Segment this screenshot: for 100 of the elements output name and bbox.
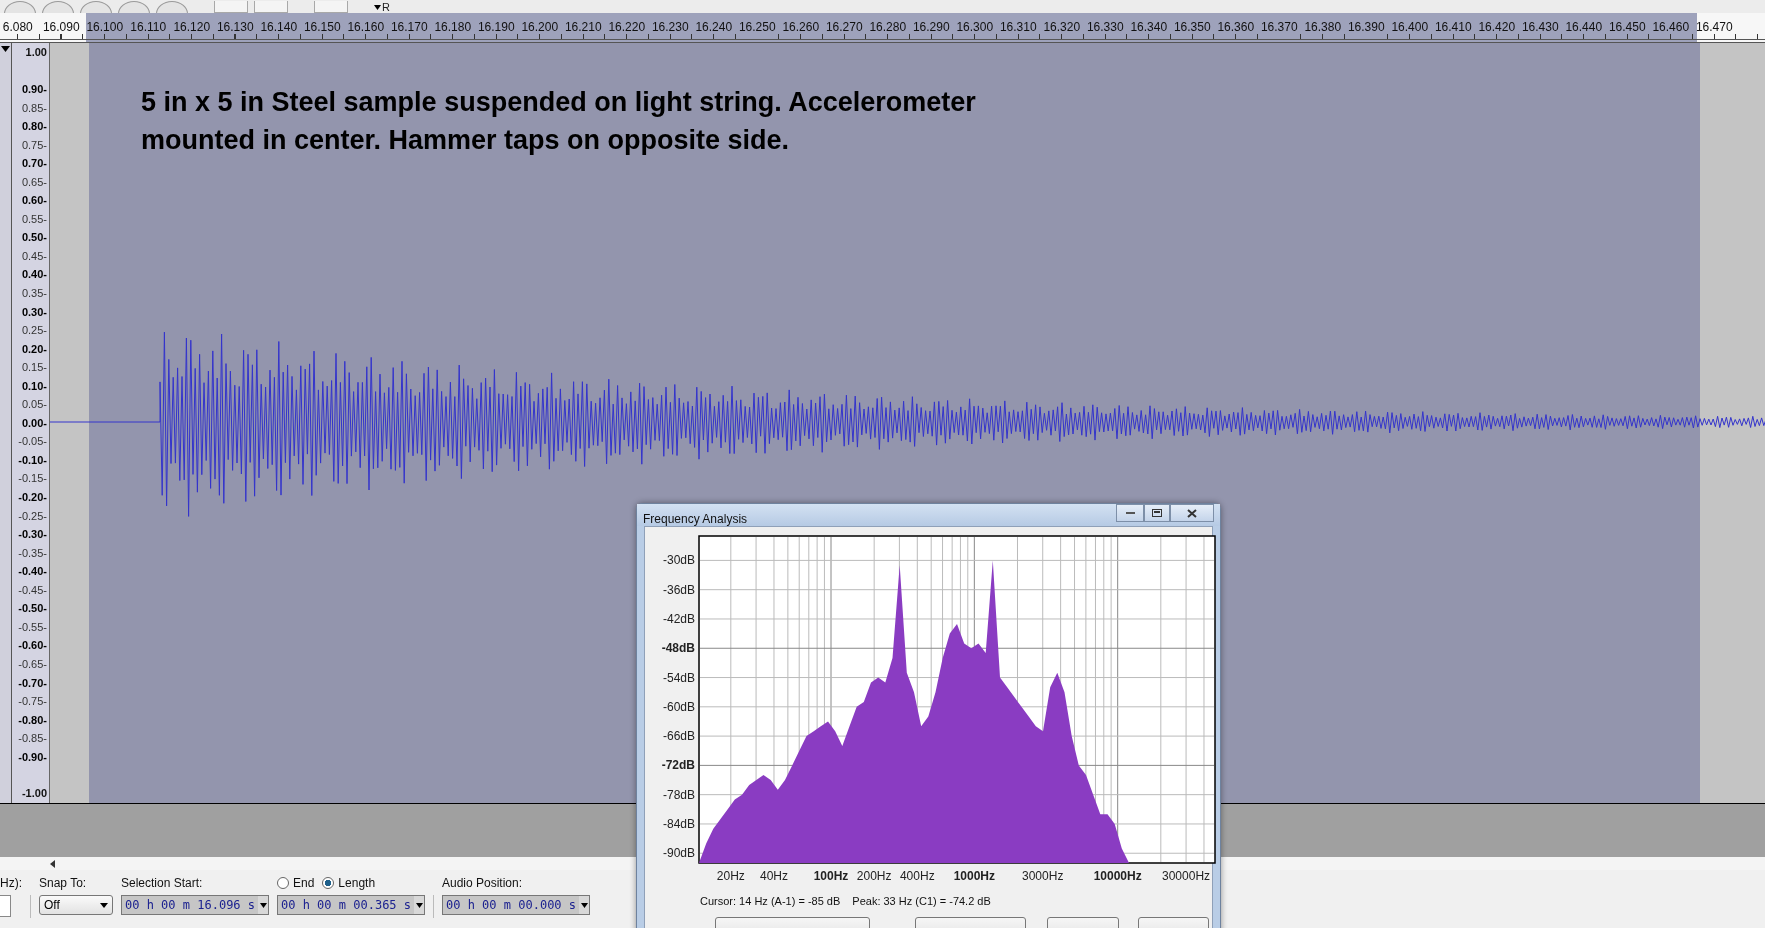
axis-label: -0.20-: [18, 491, 47, 504]
annotation-text: 5 in x 5 in Steel sample suspended on light string. Accelerometer mounted in center. Hammer taps on opposite side.: [140, 86, 977, 157]
y-tick-label: -42dB: [662, 611, 695, 626]
axis-label: 0.50-: [21, 231, 47, 244]
minimize-button[interactable]: [1116, 504, 1144, 522]
y-tick-label: -30dB: [662, 553, 695, 568]
caret-icon: [100, 902, 108, 908]
window-title: Frequency Analysis: [643, 511, 748, 526]
axis-label: 0.35-: [21, 287, 47, 299]
time-field[interactable]: 00 h 00 m 00.000 s: [442, 895, 590, 915]
ruler-label: 16.320: [1042, 20, 1082, 34]
x-tick-label: 100Hz: [813, 869, 849, 883]
restore-icon: [1152, 509, 1162, 517]
ruler-label: 16.230: [650, 20, 690, 34]
axis-label: -0.45-: [18, 583, 47, 596]
axis-label: 0.55-: [21, 212, 47, 225]
toolbar-label: R: [374, 2, 390, 13]
audio-position-label: Audio Position:: [442, 875, 524, 891]
ruler-label: 16.310: [998, 20, 1038, 34]
y-tick-label: -84dB: [662, 816, 695, 831]
ruler-label: 16.330: [1085, 20, 1125, 34]
ruler-label: 16.120: [172, 20, 212, 34]
x-tick-label: 400Hz: [899, 869, 935, 883]
time-ruler[interactable]: [0, 13, 1765, 43]
axis-label: -0.05-: [18, 435, 47, 448]
toolbar-button[interactable]: [254, 1, 288, 13]
axis-label: -0.70-: [18, 676, 47, 689]
axis-label: -0.75-: [18, 695, 47, 708]
y-tick-label: -66dB: [662, 729, 695, 744]
axis-label: -0.35-: [18, 546, 47, 559]
axis-label: -0.55-: [18, 620, 47, 633]
axis-label: -0.30-: [18, 528, 47, 541]
y-tick-label: -36dB: [662, 582, 695, 597]
ruler-label: 16.150: [302, 20, 342, 34]
snap-dropdown[interactable]: Off: [39, 895, 113, 915]
axis-label: 0.40-: [21, 268, 47, 281]
ruler-label: 16.130: [215, 20, 255, 34]
x-tick-label: 20Hz: [716, 869, 745, 883]
ruler-label: 6.080: [1, 20, 34, 34]
axis-label: -0.15-: [18, 472, 47, 485]
ruler-label: 16.270: [824, 20, 864, 34]
caret-icon: [415, 902, 423, 908]
scroll-left-icon[interactable]: [50, 859, 55, 868]
radio-button[interactable]: Length: [322, 876, 376, 890]
y-tick-label: -54dB: [662, 670, 695, 685]
cursor-readout: Cursor: 14 Hz (A-1) = -85 dB: [700, 895, 841, 907]
time-field[interactable]: 00 h 00 m 16.096 s: [121, 895, 269, 915]
axis-label: 0.60-: [21, 194, 47, 207]
axis-label: 0.20-: [21, 342, 47, 355]
ruler-label: 16.300: [955, 20, 995, 34]
ruler-label: 16.160: [346, 20, 386, 34]
ruler-label: 16.290: [911, 20, 951, 34]
ruler-label: 16.220: [607, 20, 647, 34]
ruler-label: 16.180: [433, 20, 473, 34]
rate-label: Hz):: [0, 875, 22, 891]
axis-label: 0.25-: [21, 324, 47, 337]
ruler-label: 16.100: [85, 20, 125, 34]
axis-label: 0.15-: [21, 361, 47, 374]
snap-label: Snap To:: [39, 875, 88, 891]
radio-button[interactable]: End: [277, 876, 315, 890]
x-tick-label: 40Hz: [759, 869, 788, 883]
ruler-label: 16.240: [694, 20, 734, 34]
ruler-label: 16.190: [476, 20, 516, 34]
ruler-label: 16.170: [389, 20, 429, 34]
ruler-label: 16.370: [1259, 20, 1299, 34]
ruler-label: 16.210: [563, 20, 603, 34]
y-tick-label: -90dB: [662, 846, 695, 861]
ruler-label: 16.460: [1651, 20, 1691, 34]
ruler-label: 16.420: [1477, 20, 1517, 34]
maximize-button[interactable]: [1144, 504, 1170, 522]
y-tick-label: -78dB: [662, 787, 695, 802]
axis-label: 0.00-: [21, 416, 47, 429]
ruler-label: 16.140: [259, 20, 299, 34]
axis-label: 0.05-: [21, 398, 47, 411]
ruler-label: 16.380: [1303, 20, 1343, 34]
axis-label: -0.85-: [18, 732, 47, 745]
axis-label: 1.00: [25, 46, 47, 59]
time-field[interactable]: 00 h 00 m 00.365 s: [277, 895, 425, 915]
ruler-label: 16.350: [1172, 20, 1212, 34]
axis-label: 0.10-: [21, 379, 47, 392]
close-button[interactable]: [1170, 504, 1214, 522]
x-tick-label: 3000Hz: [1022, 869, 1064, 883]
dropdown-icon[interactable]: [1, 46, 10, 52]
toolbar-button[interactable]: [214, 1, 248, 13]
axis-label: 0.75-: [21, 138, 47, 151]
rate-field[interactable]: [0, 895, 11, 917]
axis-label: -0.40-: [18, 565, 47, 578]
toolbar-button[interactable]: [314, 1, 348, 13]
axis-label: 0.85-: [21, 101, 47, 114]
radio-label: End: [293, 876, 315, 890]
y-tick-label: -48dB: [661, 641, 695, 656]
axis-label: 0.30-: [21, 305, 47, 318]
caret-icon: [580, 902, 588, 908]
ruler-label: 16.340: [1129, 20, 1169, 34]
ruler-label: 16.440: [1564, 20, 1604, 34]
ruler-label: 16.470: [1694, 20, 1734, 34]
ruler-label: 16.090: [41, 20, 81, 34]
ruler-label: 16.400: [1390, 20, 1430, 34]
axis-label: -0.10-: [18, 453, 47, 466]
axis-label: -0.60-: [18, 639, 47, 652]
